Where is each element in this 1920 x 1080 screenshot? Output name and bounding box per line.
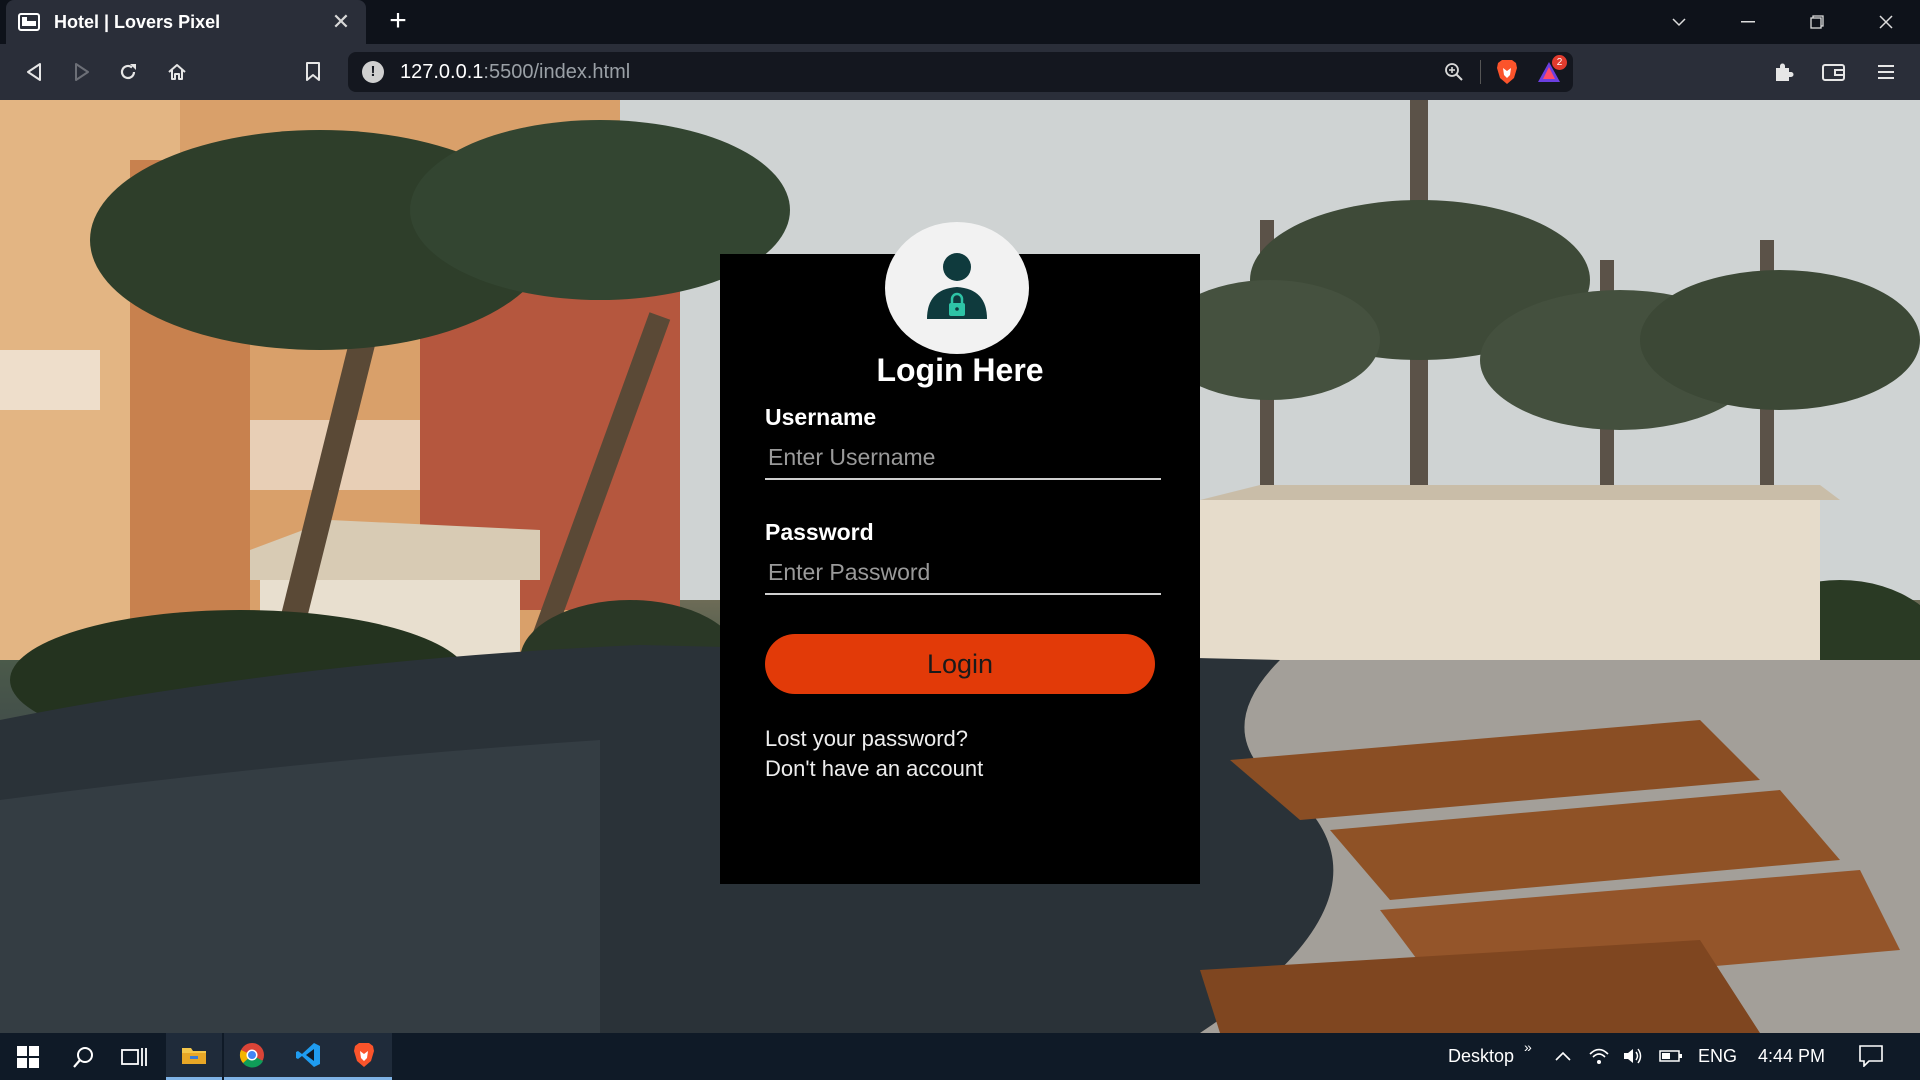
home-icon[interactable] xyxy=(161,56,193,88)
clock[interactable]: 4:44 PM xyxy=(1758,1046,1825,1067)
address-bar-divider xyxy=(1480,60,1481,84)
new-tab-button[interactable]: + xyxy=(380,6,416,38)
login-button[interactable]: Login xyxy=(765,634,1155,694)
page-viewport: Login Here Username Password Login Lost … xyxy=(0,100,1920,1033)
address-bar[interactable]: ! 127.0.0.1:5500/index.html 2 xyxy=(348,52,1573,92)
back-icon[interactable] xyxy=(18,56,50,88)
restore-icon[interactable] xyxy=(1782,0,1851,44)
lost-password-link[interactable]: Lost your password? xyxy=(765,726,968,752)
avatar xyxy=(885,222,1029,354)
file-explorer-icon[interactable] xyxy=(166,1033,222,1080)
bookmark-icon[interactable] xyxy=(297,56,329,88)
notification-badge: 2 xyxy=(1552,55,1567,70)
url-text[interactable]: 127.0.0.1:5500/index.html xyxy=(400,61,630,84)
tab-search-icon[interactable] xyxy=(1644,0,1713,44)
windows-start-icon[interactable] xyxy=(0,1033,56,1080)
password-input[interactable] xyxy=(765,551,1161,595)
zoom-icon[interactable] xyxy=(1438,56,1470,88)
chrome-icon[interactable] xyxy=(224,1033,280,1080)
notifications-icon[interactable] xyxy=(1858,1043,1884,1069)
show-hidden-icons-icon[interactable] xyxy=(1550,1043,1576,1069)
site-info-icon[interactable]: ! xyxy=(362,61,384,83)
browser-tab[interactable]: Hotel | Lovers Pixel ✕ xyxy=(6,0,366,44)
vscode-icon[interactable] xyxy=(280,1033,336,1080)
brave-icon[interactable] xyxy=(336,1033,392,1080)
tab-title: Hotel | Lovers Pixel xyxy=(54,11,221,32)
brave-rewards-icon[interactable]: 2 xyxy=(1533,55,1567,88)
reload-icon[interactable] xyxy=(112,56,144,88)
menu-icon[interactable] xyxy=(1870,56,1902,88)
user-lock-icon xyxy=(927,253,987,319)
login-title: Login Here xyxy=(876,352,1044,388)
task-view-icon[interactable] xyxy=(106,1033,162,1080)
username-label: Username xyxy=(765,404,877,430)
minimize-icon[interactable] xyxy=(1713,0,1782,44)
brave-shield-icon[interactable] xyxy=(1491,56,1523,88)
browser-toolbar: ! 127.0.0.1:5500/index.html 2 xyxy=(0,44,1920,100)
password-label: Password xyxy=(765,519,874,545)
hotel-bed-icon xyxy=(18,11,40,33)
extensions-icon[interactable] xyxy=(1768,56,1800,88)
login-card: Login Here Username Password Login Lost … xyxy=(720,222,1200,884)
network-icon[interactable] xyxy=(1586,1043,1612,1069)
url-host: 127.0.0.1 xyxy=(400,60,484,83)
tab-close-icon[interactable]: ✕ xyxy=(328,9,354,35)
username-input[interactable] xyxy=(765,436,1161,480)
desktop-toolbar-label[interactable]: Desktop xyxy=(1448,1046,1514,1067)
toolbar-expand-icon[interactable]: » xyxy=(1524,1039,1532,1055)
window-controls xyxy=(1644,0,1920,44)
battery-icon[interactable] xyxy=(1658,1043,1684,1069)
close-window-icon[interactable] xyxy=(1851,0,1920,44)
language-indicator[interactable]: ENG xyxy=(1698,1046,1737,1067)
wallet-icon[interactable] xyxy=(1818,56,1850,88)
browser-titlebar: Hotel | Lovers Pixel ✕ + xyxy=(0,0,1920,44)
url-path: :5500/index.html xyxy=(483,60,631,83)
windows-taskbar: Desktop » ENG 4:44 PM xyxy=(0,1033,1920,1080)
forward-icon[interactable] xyxy=(66,56,98,88)
address-bar-actions: 2 xyxy=(1438,52,1573,92)
signup-link[interactable]: Don't have an account xyxy=(765,756,983,782)
volume-icon[interactable] xyxy=(1620,1043,1646,1069)
search-icon[interactable] xyxy=(56,1033,112,1080)
